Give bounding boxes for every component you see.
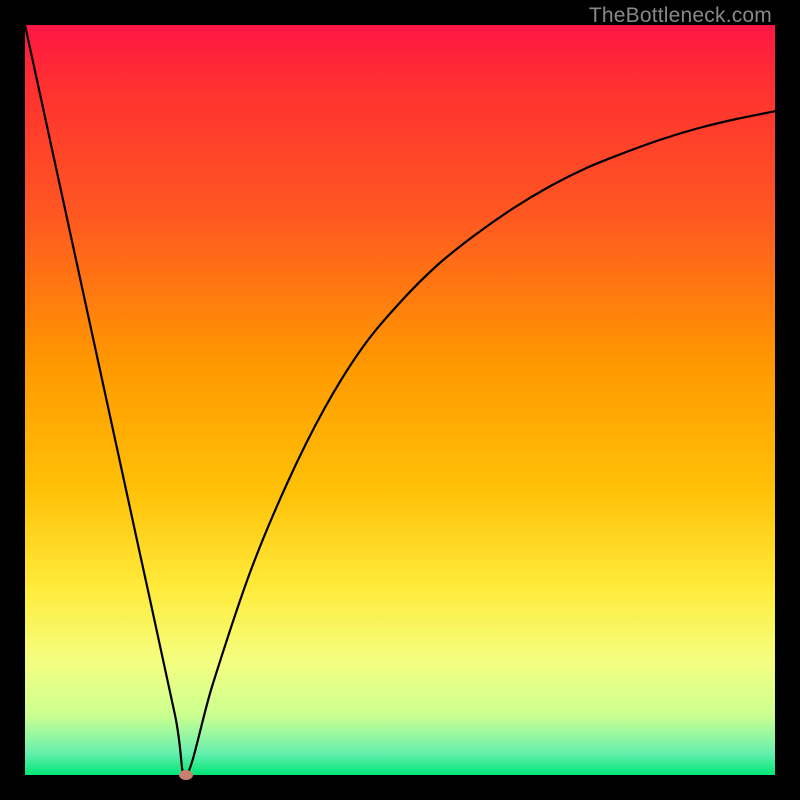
- plot-background-gradient: [25, 25, 775, 775]
- chart-frame: TheBottleneck.com: [0, 0, 800, 800]
- optimum-marker: [179, 770, 193, 780]
- watermark-text: TheBottleneck.com: [589, 4, 772, 28]
